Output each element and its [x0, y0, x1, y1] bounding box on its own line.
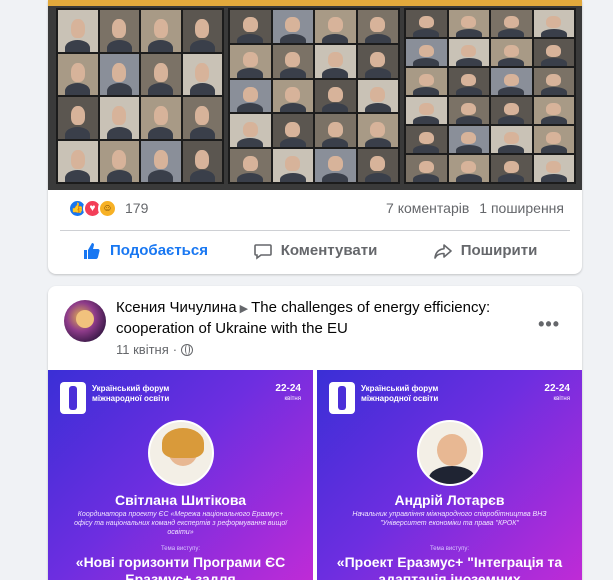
reactions-summary[interactable]: 👍 ♥ ☺ 179	[68, 198, 148, 218]
talk-title: «Нові горизонти Програми ЄС Еразмус+ зад…	[75, 554, 286, 580]
forum-name: Український форум міжнародної освіти	[92, 384, 170, 403]
speaker-name: Світлана Шитікова	[114, 492, 247, 508]
talk-theme-label: Тема виступу:	[160, 546, 201, 552]
speaker-photo	[147, 420, 214, 486]
share-button-label: Поширити	[460, 242, 538, 259]
comment-button-label: Коментувати	[280, 242, 378, 259]
care-reaction-icon: ☺	[98, 198, 117, 218]
forum-logo-icon	[60, 382, 86, 414]
thumbs-up-icon	[84, 242, 100, 259]
speaker-banner-2[interactable]: Український форум міжнародної освіти 22-…	[317, 370, 582, 580]
comment-button[interactable]: Коментувати	[230, 234, 400, 268]
speaker-photo	[416, 420, 483, 486]
video-call-screenshot-3	[404, 8, 576, 184]
event-dates: 22-24 квітня	[544, 383, 570, 403]
more-options-button[interactable]: •••	[538, 314, 560, 335]
comments-count-link[interactable]: 7 коментарів	[386, 200, 469, 216]
public-globe-icon[interactable]	[181, 343, 194, 356]
comment-icon	[253, 243, 272, 260]
shares-count-link[interactable]: 1 поширення	[479, 200, 564, 216]
post-stats-bar: 👍 ♥ ☺ 179 7 коментарів 1 поширення	[48, 190, 582, 226]
post-date-link[interactable]: 11 квітня	[116, 342, 169, 357]
post-card-1: 👍 ♥ ☺ 179 7 коментарів 1 поширення Подоб…	[48, 0, 582, 274]
speaker-role: Координатора проекту ЄС «Мережа націонал…	[74, 511, 287, 536]
share-to-arrow-icon: ▶	[239, 303, 249, 315]
talk-title: «Проект Еразмус+ "Інтеграція та адаптаці…	[336, 554, 563, 580]
author-avatar[interactable]	[64, 300, 106, 342]
share-button[interactable]: Поширити	[400, 234, 570, 268]
share-icon	[433, 243, 452, 259]
post-meta: 11 квітня ·	[116, 342, 194, 357]
speaker-role: Начальник управління міжнародного співро…	[352, 511, 547, 527]
event-dates: 22-24 квітня	[275, 383, 301, 403]
author-name-link[interactable]: Ксения Чичулина	[116, 299, 237, 316]
image-top-edge	[48, 0, 582, 6]
speaker-banner-1[interactable]: Український форум міжнародної освіти 22-…	[48, 370, 313, 580]
meta-separator: ·	[172, 342, 178, 357]
post-card-2: Ксения Чичулина ▶ The challenges of energy…	[48, 286, 582, 580]
like-button[interactable]: Подобається	[60, 234, 230, 268]
forum-name: Український форум міжнародної освіти	[361, 384, 439, 403]
post-image-collage[interactable]	[48, 0, 582, 190]
talk-theme-label: Тема виступу:	[429, 546, 470, 552]
post-action-bar: Подобається Коментувати Поширити	[60, 230, 570, 270]
post-header: Ксения Чичулина ▶ The challenges of energy…	[64, 298, 568, 374]
post-image-gallery: Український форум міжнародної освіти 22-…	[48, 370, 582, 580]
forum-logo-icon	[329, 382, 355, 414]
speaker-name: Андрій Лотарєв	[394, 492, 505, 508]
video-call-screenshot-1	[56, 8, 224, 184]
like-button-label: Подобається	[110, 242, 208, 259]
video-call-screenshot-2	[228, 8, 400, 184]
reaction-count[interactable]: 179	[125, 200, 148, 216]
post-title-line: Ксения Чичулина ▶ The challenges of energy…	[116, 298, 536, 339]
